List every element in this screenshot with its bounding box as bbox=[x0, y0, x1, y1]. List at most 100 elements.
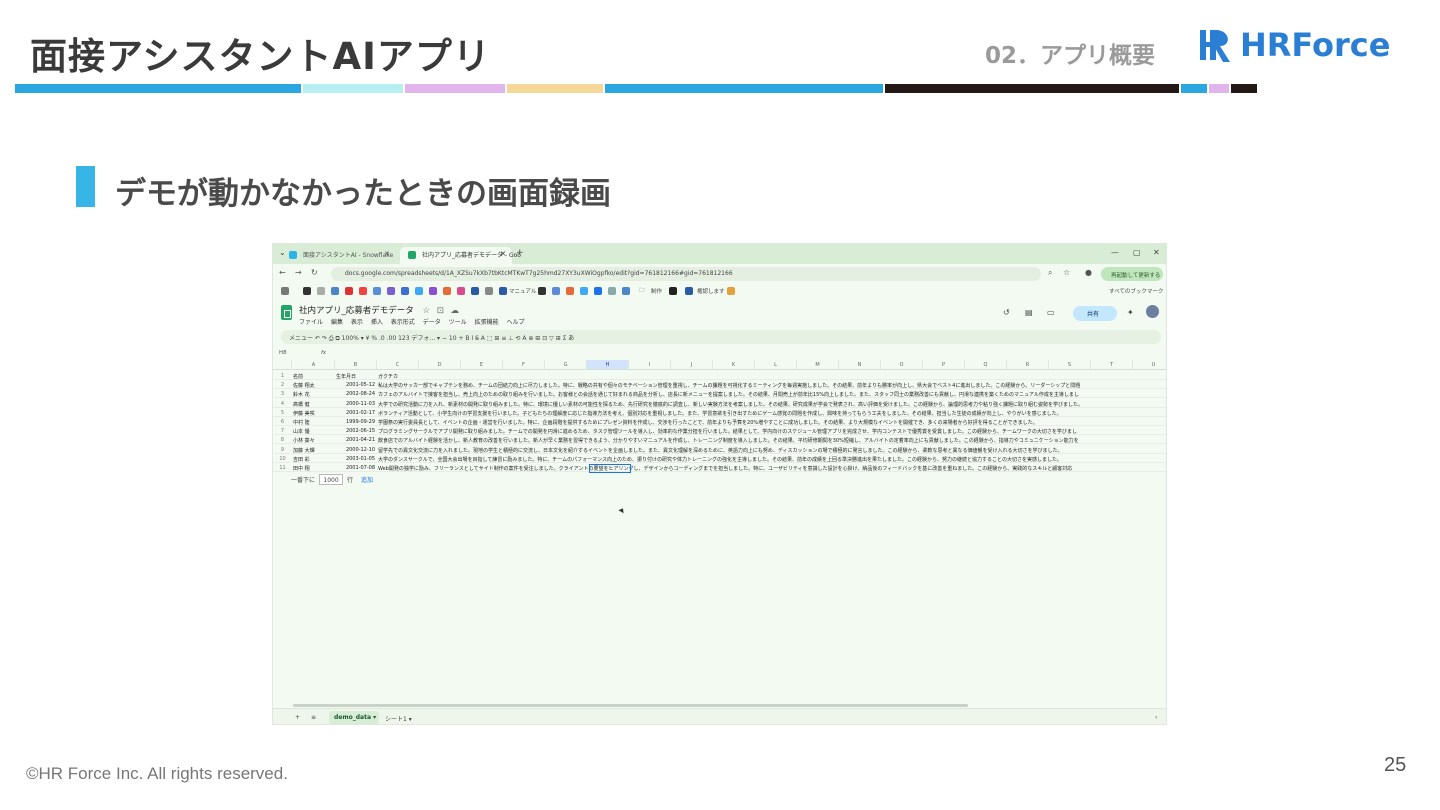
cell-birthdate[interactable]: 2001-07-08 bbox=[335, 465, 375, 471]
browser-tab-sheets[interactable]: 社内アプリ_応募者デモデータ - Goo ✕ bbox=[400, 247, 521, 264]
bookmark-icon[interactable] bbox=[685, 287, 693, 295]
bookmark-icon[interactable] bbox=[373, 287, 381, 295]
column-header-m[interactable]: M bbox=[797, 360, 839, 370]
bookmark-icon[interactable] bbox=[415, 287, 423, 295]
add-rows-input[interactable]: 1000 bbox=[319, 474, 344, 485]
cell-birthdate[interactable]: 2000-12-10 bbox=[335, 447, 375, 453]
bookmark-icon[interactable] bbox=[331, 287, 339, 295]
menu-edit[interactable]: 編集 bbox=[331, 319, 343, 326]
back-icon[interactable]: ← bbox=[279, 268, 286, 277]
column-header-q[interactable]: Q bbox=[965, 360, 1007, 370]
cell-birthdate[interactable]: 2003-01-05 bbox=[335, 456, 375, 462]
cell-gakuchika[interactable]: ボランティア活動として、小学生向けの学習支援を行いました。子どもたちの理解度に応… bbox=[378, 410, 1166, 417]
star-icon[interactable]: ☆ bbox=[422, 306, 430, 316]
bookmark-icon[interactable] bbox=[317, 287, 325, 295]
row-number[interactable]: 2 bbox=[273, 382, 292, 388]
bookmark-icon[interactable] bbox=[485, 287, 493, 295]
cell-birthdate[interactable]: 2002-06-15 bbox=[335, 428, 375, 434]
collapse-icon[interactable]: ‹ bbox=[1155, 714, 1157, 721]
cell-birthdate[interactable]: 生年月日 bbox=[336, 373, 376, 380]
column-header-g[interactable]: G bbox=[545, 360, 587, 370]
forward-icon[interactable]: → bbox=[295, 268, 302, 277]
bookmark-icon[interactable] bbox=[727, 287, 735, 295]
bookmark-icon[interactable] bbox=[538, 287, 546, 295]
menu-format[interactable]: 表示形式 bbox=[391, 319, 415, 326]
cell-name[interactable]: 中村 陸 bbox=[293, 419, 310, 426]
menu-data[interactable]: データ bbox=[423, 319, 441, 326]
cell-birthdate[interactable]: 2001-04-21 bbox=[335, 437, 375, 443]
row-number[interactable]: 4 bbox=[273, 401, 292, 407]
column-header-j[interactable]: J bbox=[671, 360, 713, 370]
gemini-icon[interactable]: ✦ bbox=[1127, 308, 1134, 317]
bookmark-icon[interactable] bbox=[594, 287, 602, 295]
close-tab-icon[interactable]: ✕ bbox=[384, 250, 390, 258]
table-row[interactable]: 7 山本 優 2002-06-15 プログラミングサークルでアプリ開発に取り組みました… bbox=[273, 426, 1166, 436]
sheets-logo-icon[interactable] bbox=[281, 305, 292, 320]
table-row[interactable]: 2 佐藤 翔太 2001-05-12 私は大学のサッカー部でキャプテンを務め、チームの… bbox=[273, 380, 1166, 390]
row-number[interactable]: 9 bbox=[273, 447, 292, 453]
history-icon[interactable]: ↺ bbox=[1003, 308, 1010, 317]
cell-gakuchika[interactable]: 私は大学のサッカー部でキャプテンを務め、チームの団結力向上に尽力しました。特に、… bbox=[378, 382, 1166, 389]
profile-icon[interactable]: ● bbox=[1085, 268, 1092, 277]
url-input[interactable]: docs.google.com/spreadsheets/d/1A_XZSu7k… bbox=[331, 267, 1041, 281]
cell-gakuchika[interactable]: 飲食店でのアルバイト経験を活かし、新人教育の改善を行いました。新人が早く業務を習… bbox=[378, 437, 1166, 444]
zoom-icon[interactable]: ⌕ bbox=[1048, 268, 1052, 278]
cell-name[interactable]: 伊藤 美咲 bbox=[293, 410, 315, 417]
cell-name[interactable]: 名前 bbox=[293, 373, 303, 380]
column-header-n[interactable]: N bbox=[839, 360, 881, 370]
bookmark-icon[interactable] bbox=[580, 287, 588, 295]
table-row[interactable]: 11 田中 翔 2001-07-08 Web開発の独学に励み、フリーランスとしてサイト… bbox=[273, 463, 1166, 472]
column-header-i[interactable]: I bbox=[629, 360, 671, 370]
sheet-tab-demo-data[interactable]: demo_data ▾ bbox=[329, 711, 379, 724]
cell-name[interactable]: 佐藤 翔太 bbox=[293, 382, 315, 389]
meet-icon[interactable]: ▭ bbox=[1047, 308, 1055, 317]
cell-gakuchika[interactable]: 学園祭の実行委員長として、イベントの企画・運営を行いました。特に、企画段階を提供… bbox=[378, 419, 1166, 426]
row-number[interactable]: 6 bbox=[273, 419, 292, 425]
cell-gakuchika[interactable]: 留学先での異文化交流に力を入れました。現地の学生と積極的に交流し、日本文化を紹介… bbox=[378, 447, 1166, 454]
cell-gakuchika[interactable]: カフェのアルバイトで接客を担当し、売上向上のための取り組みを行いました。お客様と… bbox=[378, 391, 1166, 398]
cell-gakuchika[interactable]: ガクチカ bbox=[378, 373, 1166, 380]
all-sheets-icon[interactable]: ≡ bbox=[311, 714, 316, 721]
column-header-a[interactable]: A bbox=[293, 360, 335, 370]
cell-birthdate[interactable]: 1999-09-29 bbox=[335, 419, 375, 425]
bookmark-icon[interactable] bbox=[359, 287, 367, 295]
cell-gakuchika[interactable]: Web開発の独学に励み、フリーランスとしてサイト制作の案件を受注しました。クライ… bbox=[378, 465, 1166, 472]
cell-name[interactable]: 田中 翔 bbox=[293, 465, 310, 472]
cell-birthdate[interactable]: 2000-11-03 bbox=[335, 401, 375, 407]
column-header-r[interactable]: R bbox=[1007, 360, 1049, 370]
cell-name[interactable]: 小林 葵々 bbox=[293, 437, 315, 444]
column-header-b[interactable]: B bbox=[335, 360, 377, 370]
table-row[interactable]: 3 鈴木 花 2002-08-24 カフェのアルバイトで接客を担当し、売上向上のための… bbox=[273, 389, 1166, 399]
cell-name[interactable]: 加藤 大輝 bbox=[293, 447, 315, 454]
bookmark-icon[interactable] bbox=[303, 287, 311, 295]
table-row[interactable]: 9 加藤 大輝 2000-12-10 留学先での異文化交流に力を入れました。現地の学生… bbox=[273, 445, 1166, 454]
minimize-icon[interactable]: — bbox=[1111, 248, 1119, 257]
share-button[interactable]: 共有 bbox=[1073, 306, 1117, 321]
move-icon[interactable]: ⊡ bbox=[437, 306, 444, 316]
corner-cell[interactable] bbox=[273, 360, 292, 370]
cell-birthdate[interactable]: 2001-02-17 bbox=[335, 410, 375, 416]
column-header-l[interactable]: L bbox=[755, 360, 797, 370]
row-number[interactable]: 8 bbox=[273, 437, 292, 443]
bookmark-icon[interactable] bbox=[669, 287, 677, 295]
column-header-t[interactable]: T bbox=[1091, 360, 1133, 370]
menu-extensions[interactable]: 拡張機能 bbox=[475, 319, 499, 326]
cell-name[interactable]: 山本 優 bbox=[293, 428, 310, 435]
star-icon[interactable]: ☆ bbox=[1063, 268, 1070, 277]
row-number[interactable]: 10 bbox=[273, 456, 292, 462]
column-header-h[interactable]: H bbox=[587, 360, 629, 370]
column-header-f[interactable]: F bbox=[503, 360, 545, 370]
bookmark-icon[interactable] bbox=[429, 287, 437, 295]
cell-name[interactable]: 髙橋 健 bbox=[293, 401, 310, 408]
bookmark-icon[interactable] bbox=[387, 287, 395, 295]
bookmark-manual[interactable]: マニュアル bbox=[509, 287, 536, 295]
column-header-k[interactable]: K bbox=[713, 360, 755, 370]
bookmark-icon[interactable] bbox=[499, 287, 507, 295]
table-row[interactable]: 10 吉田 彩 2003-01-05 大学のダンスサークルで、全国大会出場を目指して練… bbox=[273, 454, 1166, 463]
row-number[interactable]: 7 bbox=[273, 428, 292, 434]
table-row[interactable]: 4 髙橋 健 2000-11-03 大学での研究活動に力を入れ、新素材の開発に取り組み… bbox=[273, 399, 1166, 408]
bookmark-icon[interactable] bbox=[345, 287, 353, 295]
column-header-e[interactable]: E bbox=[461, 360, 503, 370]
apps-icon[interactable] bbox=[281, 287, 289, 295]
all-bookmarks[interactable]: すべてのブックマーク bbox=[1109, 287, 1163, 295]
